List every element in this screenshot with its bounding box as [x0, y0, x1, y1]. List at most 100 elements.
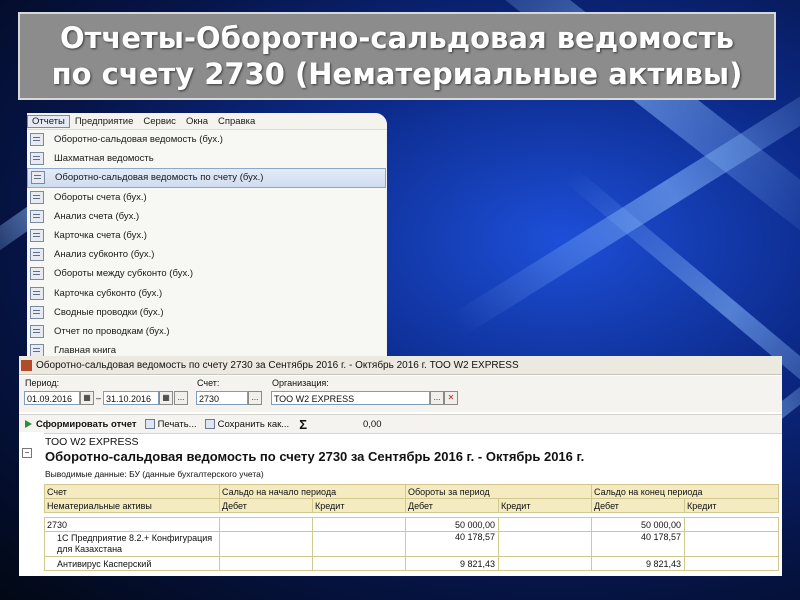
cell — [219, 556, 313, 571]
menu-item-account-turnover[interactable]: Обороты счета (бух.) — [27, 188, 386, 207]
report-icon — [30, 267, 44, 281]
cell-turnover-debit: 40 178,57 — [405, 531, 499, 557]
cell — [497, 531, 593, 557]
subheader-cell: Кредит — [497, 498, 593, 513]
organization-select-button[interactable]: ... — [430, 391, 444, 405]
report-document: ТОО W2 EXPRESS Оборотно-сальдовая ведомо… — [19, 434, 782, 576]
table-row[interactable]: 1С Предприятие 8.2.+ Конфигурация для Ка… — [44, 531, 780, 557]
cell — [684, 531, 780, 557]
analysis-icon — [30, 209, 44, 223]
cell — [684, 517, 780, 532]
cell — [219, 517, 313, 532]
subheader-cell: Дебет — [219, 498, 313, 513]
report-icon — [30, 133, 44, 147]
menu-item-osv[interactable]: Оборотно-сальдовая ведомость (бух.) — [27, 130, 386, 149]
report-icon — [30, 190, 44, 204]
menu-item-subconto-analysis[interactable]: Анализ субконто (бух.) — [27, 245, 386, 264]
date-from-field[interactable]: 01.09.2016 — [24, 391, 80, 405]
generate-report-button[interactable]: Сформировать отчет — [19, 419, 137, 430]
report-icon — [30, 324, 44, 338]
save-as-button[interactable]: Сохранить как... — [204, 419, 289, 430]
report-window-icon — [21, 359, 32, 371]
cell — [497, 517, 593, 532]
account-label: Счет: — [197, 378, 220, 388]
table-row[interactable]: Антивирус Касперский 9 821,43 9 821,43 — [44, 556, 780, 571]
cell-turnover-debit: 50 000,00 — [405, 517, 499, 532]
sigma-icon[interactable]: Σ — [299, 417, 307, 432]
cell-closing-debit: 9 821,43 — [591, 556, 686, 571]
cell-closing-debit: 40 178,57 — [591, 531, 686, 557]
collapse-icon[interactable]: − — [22, 448, 32, 458]
grid-report-icon — [30, 152, 44, 166]
menu-service[interactable]: Сервис — [138, 116, 181, 127]
period-select-button[interactable]: ... — [174, 391, 188, 405]
menu-item-summary-entries[interactable]: Сводные проводки (бух.) — [27, 303, 386, 322]
menu-item-chess[interactable]: Шахматная ведомость — [27, 149, 386, 168]
menu-window: Отчеты Предприятие Сервис Окна Справка О… — [27, 113, 387, 358]
date-to-field[interactable]: 31.10.2016 — [103, 391, 159, 405]
account-field[interactable]: 2730 — [196, 391, 248, 405]
menu-item-entries-report[interactable]: Отчет по проводкам (бух.) — [27, 322, 386, 341]
slide-title: Отчеты-Оборотно-сальдовая ведомость по с… — [18, 12, 776, 100]
cell-turnover-debit: 9 821,43 — [405, 556, 499, 571]
printer-icon — [144, 419, 155, 429]
report-titlebar: Оборотно-сальдовая ведомость по счету 27… — [19, 356, 782, 375]
slide-title-line2: по счету 2730 (Нематериальные активы) — [51, 57, 743, 91]
header-turnover: Обороты за период — [404, 484, 593, 499]
menu-item-account-card[interactable]: Карточка счета (бух.) — [27, 226, 386, 245]
print-button[interactable]: Печать... — [144, 419, 197, 430]
menu-windows[interactable]: Окна — [181, 116, 213, 127]
menu-item-subconto-turnover[interactable]: Обороты между субконто (бух.) — [27, 264, 386, 283]
menu-reports[interactable]: Отчеты — [27, 114, 70, 128]
clear-icon[interactable]: ✕ — [444, 391, 458, 405]
menu-help[interactable]: Справка — [213, 116, 260, 127]
table-subheader-row: Нематериальные активы Дебет Кредит Дебет… — [44, 498, 780, 513]
reports-dropdown: Оборотно-сальдовая ведомость (бух.) Шахм… — [27, 130, 386, 358]
selection-sum: 0,00 — [363, 418, 382, 430]
menu-bar: Отчеты Предприятие Сервис Окна Справка — [27, 113, 387, 130]
calendar-to-icon[interactable]: ▦ — [159, 391, 173, 405]
organization-label: Организация: — [272, 378, 329, 388]
menu-item-subconto-card[interactable]: Карточка субконто (бух.) — [27, 284, 386, 303]
header-account: Счет — [44, 484, 220, 499]
subheader-cell: Кредит — [684, 498, 780, 513]
cell-account: 2730 — [44, 517, 220, 532]
cell — [312, 517, 406, 532]
calendar-from-icon[interactable]: ▦ — [80, 391, 94, 405]
header-opening-balance: Сальдо на начало периода — [219, 484, 406, 499]
table-row[interactable]: 2730 50 000,00 50 000,00 — [44, 517, 780, 532]
cell — [684, 556, 780, 571]
report-table: Счет Сальдо на начало периода Обороты за… — [44, 484, 780, 571]
report-toolbar: Сформировать отчет Печать... Сохранить к… — [19, 414, 782, 434]
report-window: Оборотно-сальдовая ведомость по счету 27… — [19, 356, 782, 576]
header-closing-balance: Сальдо на конец периода — [591, 484, 780, 499]
cell — [497, 556, 593, 571]
play-icon — [25, 420, 32, 428]
floppy-icon — [204, 419, 215, 429]
report-title: Оборотно-сальдовая ведомость по счету 27… — [45, 449, 585, 464]
cell-closing-debit: 50 000,00 — [591, 517, 686, 532]
subheader-cell: Кредит — [312, 498, 406, 513]
report-window-title: Оборотно-сальдовая ведомость по счету 27… — [36, 359, 519, 371]
menu-item-osv-account[interactable]: Оборотно-сальдовая ведомость по счету (б… — [27, 168, 386, 188]
cell — [312, 556, 406, 571]
report-params: Период: 01.09.2016 ▦ – 31.10.2016 ▦ ... … — [19, 376, 782, 412]
cell — [219, 531, 313, 557]
subheader-cell: Нематериальные активы — [44, 498, 220, 513]
account-select-button[interactable]: ... — [248, 391, 262, 405]
menu-enterprise[interactable]: Предприятие — [70, 116, 139, 127]
analysis-icon — [30, 248, 44, 262]
report-org: ТОО W2 EXPRESS — [45, 436, 139, 448]
slide-title-line1: Отчеты-Оборотно-сальдовая ведомость — [59, 21, 735, 55]
report-output-data: Выводимые данные: БУ (данные бухгалтерск… — [45, 469, 264, 479]
subheader-cell: Дебет — [591, 498, 686, 513]
organization-field[interactable]: ТОО W2 EXPRESS — [271, 391, 430, 405]
cell-account: Антивирус Касперский — [44, 556, 220, 571]
subheader-cell: Дебет — [405, 498, 499, 513]
card-icon — [30, 286, 44, 300]
cell — [312, 531, 406, 557]
menu-item-account-analysis[interactable]: Анализ счета (бух.) — [27, 207, 386, 226]
table-header-row: Счет Сальдо на начало периода Обороты за… — [44, 484, 780, 499]
report-icon — [31, 171, 45, 185]
cell-account: 1С Предприятие 8.2.+ Конфигурация для Ка… — [44, 531, 220, 557]
